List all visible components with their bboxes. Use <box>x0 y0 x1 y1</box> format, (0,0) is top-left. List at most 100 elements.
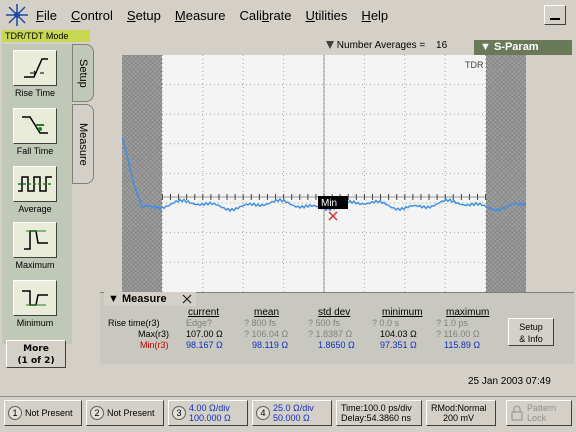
channel-1-number: 1 <box>8 406 22 420</box>
min-marker-cross <box>328 211 338 221</box>
row-rise-time-stddev: ? 500 fs <box>308 318 341 328</box>
measure-panel-title: Measure <box>121 293 167 305</box>
channel-4-number: 4 <box>256 406 270 420</box>
close-icon[interactable] <box>182 294 192 304</box>
row-max-stddev: ? 1.8387 Ω <box>308 329 353 339</box>
pattern-label: Pattern <box>527 403 557 413</box>
fall-time-label: Fall Time <box>16 146 54 156</box>
average-icon <box>13 166 57 202</box>
rise-time-tool[interactable]: Rise Time <box>10 50 60 98</box>
agilent-logo-icon <box>6 4 28 26</box>
channel-3-settings: 4.00 Ω/div 100.000 Ω <box>189 403 231 423</box>
channel-1-status: Not Present <box>25 408 73 418</box>
col-header-maximum: maximum <box>446 307 490 318</box>
channel-1-button[interactable]: 1 Not Present <box>4 400 82 426</box>
averages-value: 16 <box>436 40 448 51</box>
menu-measure[interactable]: Measure <box>175 8 226 23</box>
channel-3-offset: 100.000 Ω <box>189 413 231 423</box>
channel-2-status: Not Present <box>107 408 155 418</box>
rmod-level: 200 mV <box>443 413 475 423</box>
col-header-std-dev: std dev <box>318 307 351 318</box>
col-header-mean: mean <box>254 307 280 318</box>
row-rise-time-minimum: ? 0.0 s <box>372 318 400 328</box>
average-tool[interactable]: Average <box>10 166 60 214</box>
more-button-page: (1 of 2) <box>17 356 55 366</box>
row-min-mean: 98.119 Ω <box>252 340 289 350</box>
tab-measure-label: Measure <box>77 122 89 166</box>
sparam-button[interactable]: ▼ S-Param <box>474 40 572 55</box>
setup-info-button[interactable]: Setup & Info <box>508 318 554 346</box>
minimize-button[interactable] <box>544 5 566 25</box>
menu-setup[interactable]: Setup <box>127 8 161 23</box>
more-button-label: More <box>23 344 49 354</box>
row-max-minimum: 104.03 Ω <box>380 329 417 339</box>
row-rise-time-mean: ? 800 fs <box>244 318 277 328</box>
row-min-stddev: 1.8650 Ω <box>318 340 355 350</box>
timebase-settings: Time:100.0 ps/div Delay:54.3860 ns <box>341 403 412 423</box>
sparam-label: S-Param <box>493 41 539 53</box>
col-header-current: current <box>188 307 220 318</box>
channel-3-button[interactable]: 3 4.00 Ω/div 100.000 Ω <box>168 400 248 426</box>
lock-icon <box>511 405 523 421</box>
menu-calibrate[interactable]: Calibrate <box>239 8 291 23</box>
menu-control[interactable]: Control <box>71 8 113 23</box>
row-rise-time-name: Rise time(r3) <box>108 318 160 328</box>
rise-time-label: Rise Time <box>14 88 55 98</box>
pattern-lock-label: Pattern Lock <box>527 403 556 423</box>
timebase-scale: Time:100.0 ps/div <box>341 403 412 413</box>
maximum-icon <box>13 222 57 258</box>
tab-setup[interactable]: Setup <box>72 44 94 102</box>
tab-measure[interactable]: Measure <box>72 104 94 184</box>
more-button[interactable]: More (1 of 2) <box>6 340 66 368</box>
channel-4-scale: 25.0 Ω/div <box>273 403 314 413</box>
channel-3-scale: 4.00 Ω/div <box>189 403 230 413</box>
row-min-name: Min(r3) <box>140 340 169 350</box>
waveform-trace: Min <box>122 136 526 221</box>
menu-utilities[interactable]: Utilities <box>306 8 348 23</box>
rise-time-icon <box>13 50 57 86</box>
row-min-maximum: 115.89 Ω <box>444 340 481 350</box>
timebase-delay: Delay:54.3860 ns <box>341 413 412 423</box>
min-marker-label: Min <box>321 198 337 209</box>
fall-time-tool[interactable]: Fall Time <box>10 108 60 156</box>
channel-3-number: 3 <box>172 406 186 420</box>
channel-2-number: 2 <box>90 406 104 420</box>
maximum-tool[interactable]: Maximum <box>10 222 60 270</box>
row-min-minimum: 97.351 Ω <box>380 340 417 350</box>
pattern-lock-button[interactable]: Pattern Lock <box>506 400 572 426</box>
col-header-minimum: minimum <box>382 307 423 318</box>
row-rise-time-current: Edge? <box>186 318 213 328</box>
row-max-current: 107.00 Ω <box>186 329 223 339</box>
setup-info-line2: & Info <box>519 334 543 344</box>
marker-arrow-icon <box>326 41 334 50</box>
collapse-arrow-icon: ▼ <box>480 41 491 53</box>
maximum-label: Maximum <box>15 260 55 270</box>
minimum-tool[interactable]: Minimum <box>10 280 60 328</box>
date-time: 25 Jan 2003 07:49 <box>468 376 551 387</box>
rmod-button[interactable]: RMod:Normal 200 mV <box>426 400 496 426</box>
row-max-name: Max(r3) <box>138 329 169 339</box>
averages-indicator: Number Averages = 16 <box>324 38 474 54</box>
row-rise-time-maximum: ? 1.0 ps <box>436 318 469 328</box>
channel-4-button[interactable]: 4 25.0 Ω/div 50.000 Ω <box>252 400 332 426</box>
row-min-current: 98.167 Ω <box>186 340 223 350</box>
minimum-icon <box>13 280 57 316</box>
channel-4-settings: 25.0 Ω/div 50.000 Ω <box>273 403 314 423</box>
lock-label: Lock <box>527 413 547 423</box>
setup-info-line1: Setup <box>519 322 543 332</box>
mode-indicator: TDR/TDT Mode <box>2 30 90 42</box>
average-label: Average <box>18 204 52 214</box>
menu-help[interactable]: Help <box>361 8 388 23</box>
menu-bar: File Control Setup Measure Calibrate Uti… <box>0 0 576 30</box>
row-max-maximum: ? 116.00 Ω <box>436 329 480 339</box>
menu-file[interactable]: File <box>36 8 57 23</box>
fall-time-icon <box>13 108 57 144</box>
channel-2-button[interactable]: 2 Not Present <box>86 400 164 426</box>
averages-label: Number Averages = <box>336 40 426 51</box>
rmod-mode: RMod:Normal <box>431 403 487 413</box>
minimum-label: Minimum <box>16 318 54 328</box>
rmod-settings: RMod:Normal 200 mV <box>431 403 487 423</box>
minimize-icon <box>550 18 560 20</box>
tab-setup-label: Setup <box>77 58 89 88</box>
timebase-button[interactable]: Time:100.0 ps/div Delay:54.3860 ns <box>336 400 422 426</box>
